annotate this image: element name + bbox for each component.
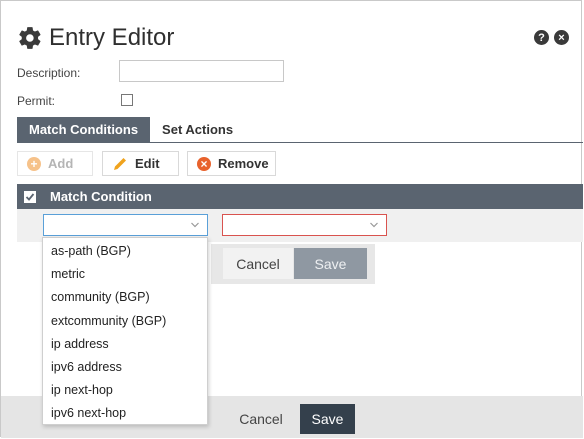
chevron-down-icon — [191, 222, 199, 228]
entry-editor-dialog: Entry Editor ? × Description: Permit: Ma… — [0, 0, 583, 438]
dropdown-option-ip-next-hop[interactable]: ip next-hop — [43, 379, 207, 402]
chevron-down-icon — [370, 222, 378, 228]
select-all-checkbox[interactable] — [24, 190, 36, 203]
inline-save-button[interactable]: Save — [294, 248, 367, 279]
pencil-icon — [112, 156, 128, 172]
dropdown-option-community[interactable]: community (BGP) — [43, 286, 207, 309]
match-condition-header-label: Match Condition — [50, 189, 152, 204]
permit-label: Permit: — [17, 94, 56, 108]
footer-save-button[interactable]: Save — [300, 404, 355, 434]
inline-cancel-button[interactable]: Cancel — [223, 248, 293, 279]
add-button-label: Add — [48, 156, 74, 171]
dropdown-option-as-path[interactable]: as-path (BGP) — [43, 240, 207, 263]
edit-button-label: Edit — [135, 156, 160, 171]
dropdown-option-ipv6-next-hop[interactable]: ipv6 next-hop — [43, 402, 207, 425]
tab-bar: Match Conditions Set Actions — [17, 117, 245, 142]
tab-divider — [17, 142, 583, 143]
condition-type-dropdown: as-path (BGP) metric community (BGP) ext… — [42, 237, 208, 425]
remove-icon: × — [197, 156, 211, 171]
dialog-header: Entry Editor — [17, 21, 174, 55]
match-condition-header: Match Condition — [17, 184, 583, 209]
condition-type-select[interactable] — [43, 214, 208, 236]
remove-button[interactable]: × Remove — [187, 151, 276, 176]
edit-button[interactable]: Edit — [102, 151, 179, 176]
condition-value-select[interactable] — [222, 214, 387, 236]
permit-checkbox[interactable] — [121, 94, 133, 106]
dropdown-option-extcommunity[interactable]: extcommunity (BGP) — [43, 310, 207, 333]
help-icon[interactable]: ? — [534, 30, 549, 45]
remove-button-label: Remove — [218, 156, 269, 171]
check-icon — [25, 192, 35, 201]
gear-icon — [19, 27, 41, 49]
close-icon[interactable]: × — [554, 30, 569, 45]
dropdown-option-ip-address[interactable]: ip address — [43, 333, 207, 356]
description-label: Description: — [17, 66, 81, 80]
footer-cancel-button[interactable]: Cancel — [229, 404, 293, 434]
dropdown-option-metric[interactable]: metric — [43, 263, 207, 286]
tab-match-conditions[interactable]: Match Conditions — [17, 117, 151, 142]
header-actions: ? × — [534, 30, 569, 45]
description-input[interactable] — [119, 60, 284, 82]
dropdown-option-ipv6-address[interactable]: ipv6 address — [43, 356, 207, 379]
add-button[interactable]: + Add — [17, 151, 93, 176]
add-icon: + — [27, 156, 41, 171]
dialog-title: Entry Editor — [49, 24, 175, 51]
tab-set-actions[interactable]: Set Actions — [150, 117, 245, 142]
